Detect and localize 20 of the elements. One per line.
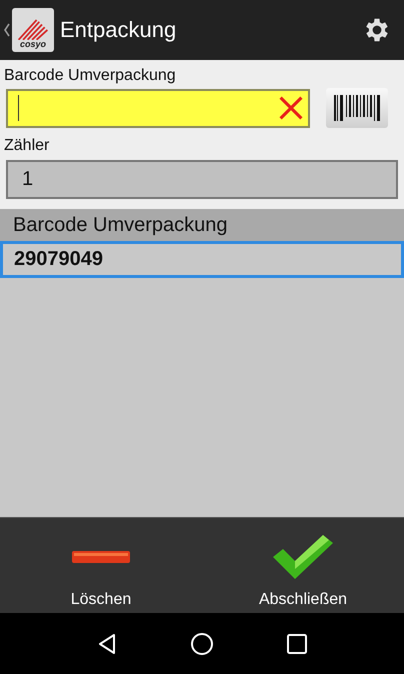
app-logo[interactable]: cosyo — [12, 8, 54, 52]
back-caret-icon[interactable] — [4, 23, 10, 37]
check-icon — [271, 533, 335, 581]
logo-text: cosyo — [20, 40, 46, 49]
home-icon[interactable] — [190, 632, 214, 656]
field-label: Barcode Umverpackung — [4, 66, 177, 86]
counter-field[interactable]: 1 — [6, 160, 398, 199]
stripes-icon — [15, 18, 51, 40]
minus-icon — [71, 549, 131, 565]
confirm-button[interactable]: Abschließen — [202, 518, 404, 613]
barcode-icon — [332, 93, 382, 123]
field-label: Zähler — [4, 136, 50, 156]
delete-button[interactable]: Löschen — [0, 518, 202, 613]
screen-title: Entpackung — [60, 17, 178, 43]
recents-icon[interactable] — [284, 632, 309, 656]
list-row[interactable]: 29079049 — [0, 241, 404, 278]
column-header: Barcode Umverpackung — [0, 209, 404, 241]
barcode-input-field[interactable] — [6, 88, 310, 128]
clear-icon[interactable] — [278, 95, 304, 121]
scan-barcode-button[interactable] — [326, 88, 388, 128]
